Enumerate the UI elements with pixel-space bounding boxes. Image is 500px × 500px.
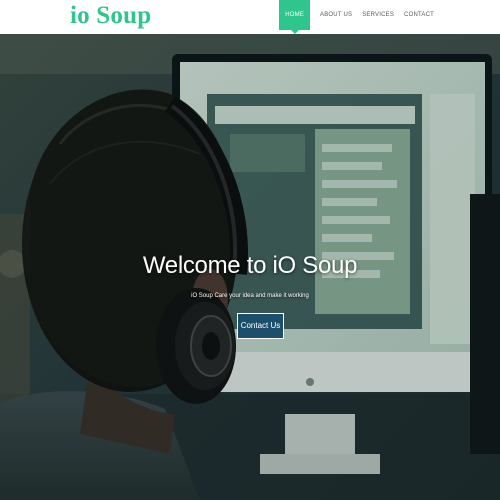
brand-logo[interactable]: io Soup <box>70 1 151 31</box>
nav-item-home[interactable]: HOME <box>279 0 311 34</box>
nav-item-contact[interactable]: CONTACT <box>399 0 439 30</box>
navbar: io Soup HOME ABOUT US SERVICES CONTACT <box>0 0 500 34</box>
contact-us-button[interactable]: Contact Us <box>237 313 284 339</box>
nav-item-services[interactable]: SERVICES <box>357 0 399 30</box>
nav-item-about-us[interactable]: ABOUT US <box>315 0 357 30</box>
hero-title: Welcome to iO Soup <box>142 252 358 279</box>
hero-subtitle: iO Soup Care your idea and make it worki… <box>191 293 309 299</box>
nav-menu: HOME ABOUT US SERVICES CONTACT <box>279 0 500 34</box>
hero-section: Welcome to iO Soup iO Soup Care your ide… <box>0 34 500 500</box>
